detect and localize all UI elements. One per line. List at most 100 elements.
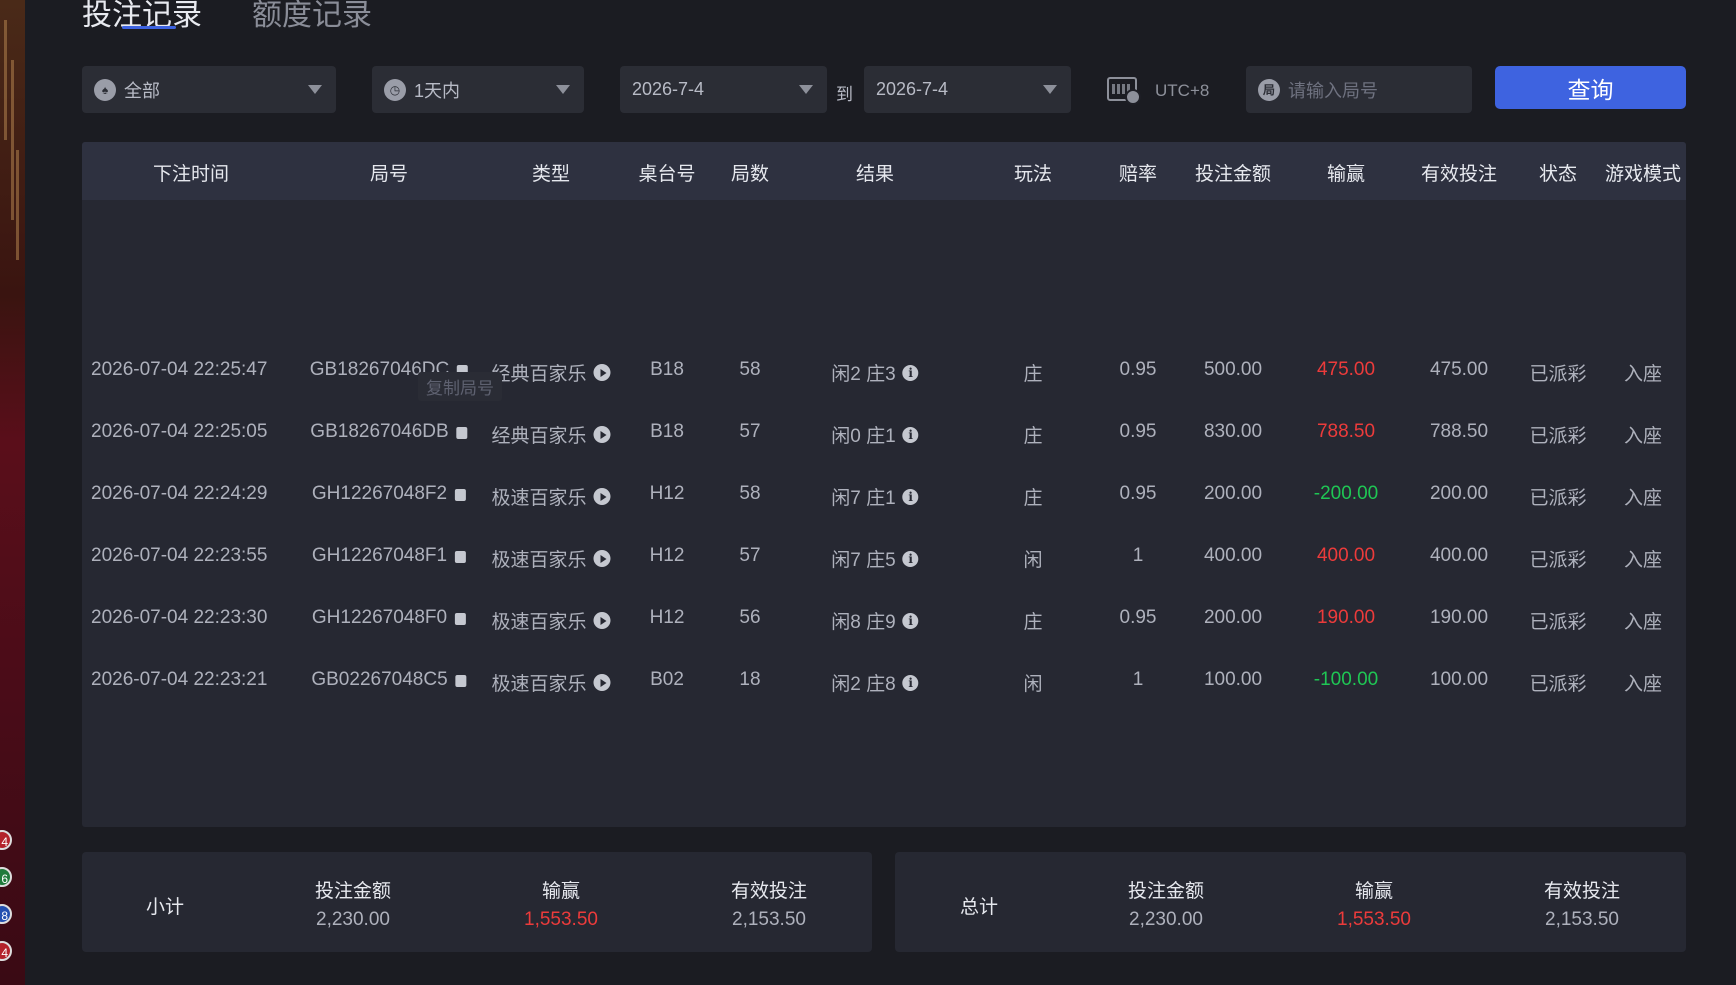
column-header: 有效投注	[1420, 164, 1498, 185]
result: 闲2 庄8 i	[831, 669, 919, 696]
round-number-input[interactable]: 局 请输入局号	[1246, 66, 1472, 113]
stat-value: 1,553.50	[1337, 909, 1411, 930]
play-replay-icon[interactable]	[593, 426, 611, 443]
bet-play: 庄	[1023, 612, 1043, 633]
valid-bet: 400.00	[1429, 545, 1489, 566]
column-header: 投注金额	[1194, 164, 1272, 185]
info-icon[interactable]: i	[902, 550, 919, 567]
status: 已派彩	[1529, 674, 1587, 695]
game-type-text: 极速百家乐	[491, 674, 587, 695]
play-replay-icon[interactable]	[593, 674, 611, 691]
calendar-timezone-icon[interactable]	[1107, 77, 1141, 105]
result: 闲2 庄3 i	[831, 359, 919, 386]
status: 已派彩	[1529, 364, 1587, 385]
query-button[interactable]: 查询	[1495, 66, 1686, 109]
table-id: B18	[650, 359, 684, 380]
end-date-select[interactable]: 2026-7-4	[864, 66, 1071, 113]
result-text: 闲8 庄9	[831, 612, 896, 633]
subtotal-bet-stat: 投注金额 2,230.00	[315, 876, 391, 931]
total-label: 总计	[959, 897, 999, 918]
copy-icon[interactable]	[455, 489, 467, 501]
bet-play: 庄	[1023, 488, 1043, 509]
copy-icon[interactable]	[455, 551, 467, 563]
game-type: 极速百家乐	[491, 669, 611, 696]
game-type-text: 极速百家乐	[491, 488, 587, 509]
tab-credit-records[interactable]: 额度记录	[252, 0, 372, 34]
time-range-select[interactable]: ◷ 1天内	[372, 66, 584, 113]
time-range-value: 1天内	[414, 80, 461, 101]
subtotal-label: 小计	[145, 897, 185, 918]
win-loss: 475.00	[1316, 359, 1376, 380]
copy-icon[interactable]	[455, 675, 467, 687]
bet-time: 2026-07-04 22:23:55	[91, 545, 268, 566]
play-replay-icon[interactable]	[593, 612, 611, 629]
game-mode: 入座	[1623, 364, 1663, 385]
game-type: 极速百家乐	[491, 607, 611, 634]
game-type: 极速百家乐	[491, 545, 611, 572]
copy-icon[interactable]	[455, 613, 467, 625]
bet-amount: 200.00	[1203, 607, 1263, 628]
play-replay-icon[interactable]	[593, 488, 611, 505]
column-header: 赔率	[1118, 164, 1158, 185]
column-header: 玩法	[1013, 164, 1053, 185]
end-date-value: 2026-7-4	[876, 79, 949, 99]
round-number-text: GH12267048F1	[311, 545, 448, 566]
bet-amount: 500.00	[1203, 359, 1263, 380]
game-mode: 入座	[1623, 426, 1663, 447]
subtotal-summary: 小计 投注金额 2,230.00 输赢 1,553.50 有效投注 2,153.…	[82, 852, 872, 952]
game-type-text: 经典百家乐	[491, 426, 587, 447]
round-count: 56	[739, 607, 761, 628]
game-type-select[interactable]: ♠ 全部	[82, 66, 336, 113]
round-number-text: GB18267046DB	[310, 421, 449, 442]
copy-icon[interactable]	[456, 427, 468, 439]
table-row: 2026-07-04 22:25:05 GB18267046DB 经典百家乐 B…	[82, 403, 1686, 465]
play-replay-icon[interactable]	[593, 550, 611, 567]
result: 闲7 庄1 i	[831, 483, 919, 510]
game-mode: 入座	[1623, 612, 1663, 633]
status: 已派彩	[1529, 488, 1587, 509]
chevron-down-icon	[799, 85, 813, 94]
odds: 0.95	[1119, 421, 1157, 442]
odds: 1	[1132, 545, 1144, 566]
round-number-text: GH12267048F0	[311, 607, 448, 628]
valid-bet: 100.00	[1429, 669, 1489, 690]
play-replay-icon[interactable]	[593, 364, 611, 381]
side-chip: 6	[0, 867, 12, 887]
info-icon[interactable]: i	[902, 612, 919, 629]
column-header: 局号	[369, 164, 409, 185]
clock-icon: ◷	[384, 78, 406, 101]
round-number: GB18267046DB	[310, 421, 468, 443]
round-count: 57	[739, 545, 761, 566]
stat-value: 1,553.50	[524, 909, 598, 930]
info-icon[interactable]: i	[902, 674, 919, 691]
valid-bet: 788.50	[1429, 421, 1489, 442]
info-icon[interactable]: i	[902, 488, 919, 505]
round-count: 58	[739, 359, 761, 380]
active-tab-indicator	[122, 26, 176, 29]
start-date-select[interactable]: 2026-7-4	[620, 66, 827, 113]
game-type: 经典百家乐	[491, 421, 611, 448]
table-header: 下注时间 局号 类型 桌台号 局数 结果 玩法 赔率 投注金额 输赢 有效投注 …	[82, 142, 1686, 200]
win-loss: 400.00	[1316, 545, 1376, 566]
round-number: GH12267048F1	[311, 545, 467, 567]
stat-label: 有效投注	[730, 881, 808, 902]
table-row: 2026-07-04 22:24:29 GH12267048F2 极速百家乐 H…	[82, 465, 1686, 527]
bet-time: 2026-07-04 22:23:21	[91, 669, 268, 690]
total-winloss-stat: 输赢 1,553.50	[1337, 876, 1411, 931]
status: 已派彩	[1529, 550, 1587, 571]
valid-bet: 475.00	[1429, 359, 1489, 380]
stat-value: 2,230.00	[316, 909, 390, 930]
status: 已派彩	[1529, 612, 1587, 633]
round-count: 18	[739, 669, 761, 690]
game-type-text: 经典百家乐	[491, 364, 587, 385]
background-game-strip: 4 6 8 4	[0, 0, 25, 985]
round-icon: 局	[1258, 78, 1280, 101]
odds: 0.95	[1119, 483, 1157, 504]
stat-label: 输赢	[541, 881, 580, 902]
win-loss: 788.50	[1316, 421, 1376, 442]
info-icon[interactable]: i	[902, 426, 919, 443]
info-icon[interactable]: i	[902, 364, 919, 381]
result-text: 闲0 庄1	[831, 426, 896, 447]
table-row: 2026-07-04 22:23:30 GH12267048F0 极速百家乐 H…	[82, 589, 1686, 651]
table-row: 2026-07-04 22:23:21 GB02267048C5 极速百家乐 B…	[82, 651, 1686, 713]
